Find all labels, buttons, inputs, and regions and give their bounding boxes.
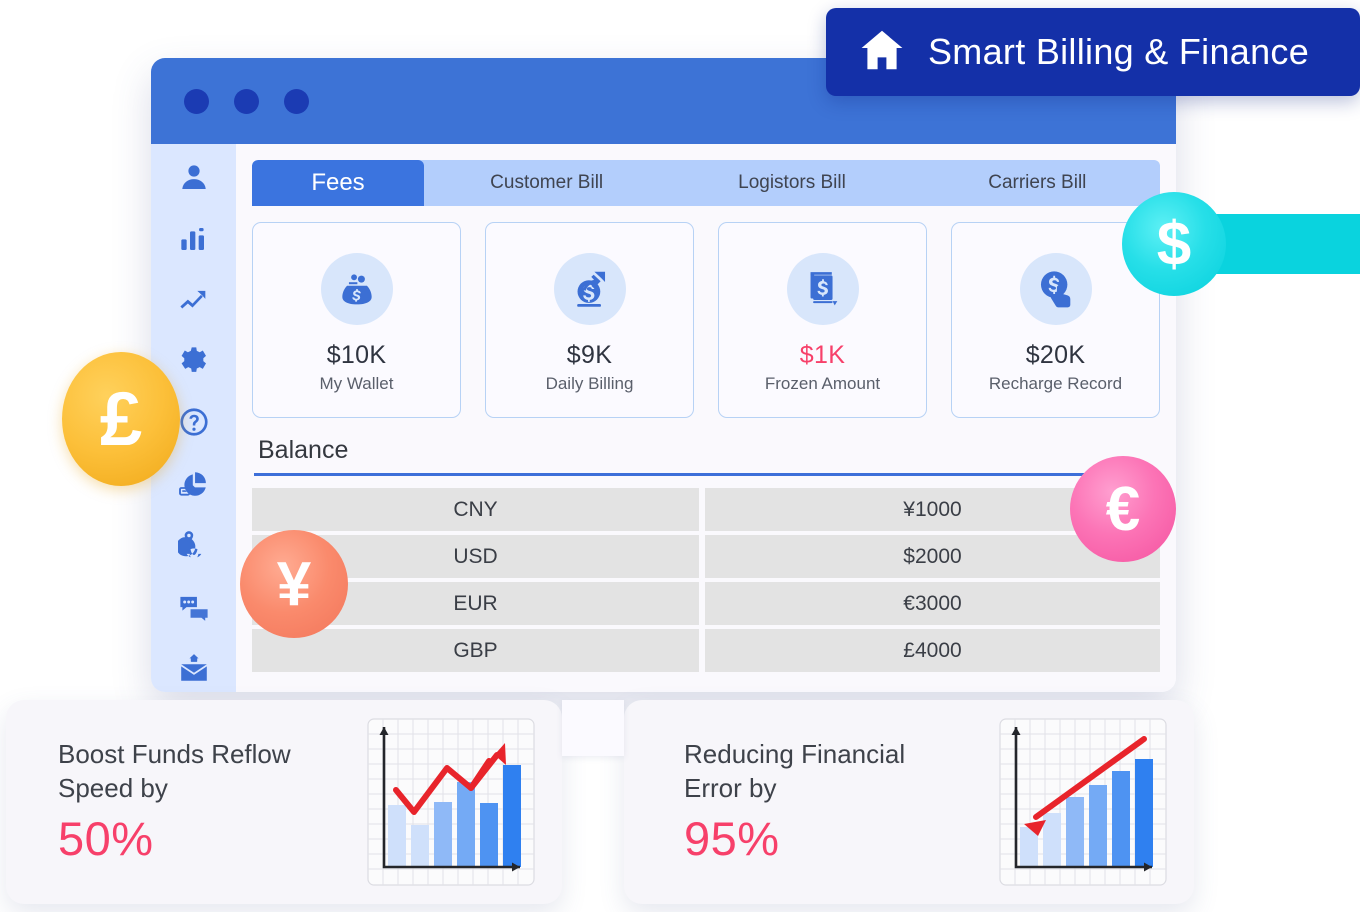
balance-currency: CNY [252,488,699,531]
window-dot-minimize[interactable] [234,88,259,114]
table-row[interactable]: GBP £4000 [252,629,1160,672]
highlight-text: Reducing Financial Error by 95% [684,738,998,865]
balance-currency: GBP [252,629,699,672]
bar-chart-rising-line-icon [366,717,536,887]
balance-title: Balance [258,436,349,464]
eur-badge: € [1070,456,1176,562]
page-title-banner: Smart Billing & Finance [826,8,1360,96]
stat-card-label: Frozen Amount [764,373,881,393]
stat-card-my-wallet[interactable]: $10K My Wallet [252,222,461,418]
home-icon [858,26,906,79]
table-row[interactable]: USD $2000 [252,535,1160,578]
growth-dollar-icon [553,252,626,325]
sidebar-item-settings[interactable] [172,342,216,385]
stat-card-frozen-amount[interactable]: $1K Frozen Amount [718,222,927,418]
highlight-percent: 50% [58,811,154,865]
invoice-dollar-icon [786,252,859,325]
stat-card-value: $9K [566,340,613,369]
balance-amount: £4000 [705,629,1160,672]
balance-divider [254,473,1158,476]
table-row[interactable]: CNY ¥1000 [252,488,1160,531]
globe-location-icon [175,529,210,566]
window-dot-close[interactable] [184,88,209,114]
highlight-headline-line2: Speed by [58,772,168,803]
stat-card-value: $1K [799,340,846,369]
tab-fees[interactable]: Fees [252,160,424,206]
highlight-text: Boost Funds Reflow Speed by 50% [58,738,366,865]
trending-up-icon [178,284,210,321]
sidebar-item-messages[interactable] [172,587,216,630]
gear-icon [178,345,210,382]
stat-card-value: $10K [326,340,387,369]
tab-bar: Fees Customer Bill Logistors Bill Carrie… [252,160,1160,206]
pie-chart-icon [178,468,210,505]
highlight-headline-line2: Error by [684,772,777,803]
sidebar-item-statistics[interactable] [172,219,216,262]
highlight-headline-line1: Boost Funds Reflow [58,739,291,770]
sidebar-item-trends[interactable] [172,281,216,324]
table-row[interactable]: EUR €3000 [252,582,1160,625]
click-coin-icon [1019,252,1092,325]
highlight-card-financial-error: Reducing Financial Error by 95% [624,700,1194,904]
card-gap-notch [562,700,624,756]
highlight-card-funds-reflow: Boost Funds Reflow Speed by 50% [6,700,562,904]
stat-card-value: $20K [1025,340,1086,369]
stat-card-list: $10K My Wallet $9K Daily Billing $1K Fro… [252,222,1160,418]
user-icon [178,161,210,198]
sidebar-item-user[interactable] [172,158,216,201]
page-title: Smart Billing & Finance [928,31,1310,72]
sidebar-item-network[interactable] [172,526,216,569]
window-dot-maximize[interactable] [284,88,309,114]
bar-chart-icon [178,222,210,259]
main-content: Fees Customer Bill Logistors Bill Carrie… [236,144,1176,692]
balance-amount: €3000 [705,582,1160,625]
tab-logistors-bill[interactable]: Logistors Bill [669,160,914,206]
tab-carriers-bill[interactable]: Carriers Bill [915,160,1160,206]
tab-customer-bill[interactable]: Customer Bill [424,160,669,206]
money-bag-icon [320,252,393,325]
stat-card-label: Recharge Record [988,373,1123,393]
stat-card-label: Daily Billing [545,373,634,393]
bar-chart-falling-arrow-icon [998,717,1168,887]
stat-card-label: My Wallet [319,373,394,393]
highlight-headline-line1: Reducing Financial [684,739,906,770]
mail-icon [178,652,210,689]
highlight-percent: 95% [684,811,780,865]
balance-table: CNY ¥1000 USD $2000 EUR €3000 GBP £4000 [252,488,1160,672]
usd-badge: $ [1122,192,1226,296]
chat-bubbles-icon [178,590,210,627]
page-root: Fees Customer Bill Logistors Bill Carrie… [0,0,1360,912]
question-circle-icon [178,406,210,443]
gbp-coin-badge: £ [62,352,180,486]
sidebar-item-reports[interactable] [172,465,216,508]
cny-badge: ¥ [240,530,348,638]
stat-card-daily-billing[interactable]: $9K Daily Billing [485,222,694,418]
sidebar-item-mail[interactable] [172,649,216,692]
